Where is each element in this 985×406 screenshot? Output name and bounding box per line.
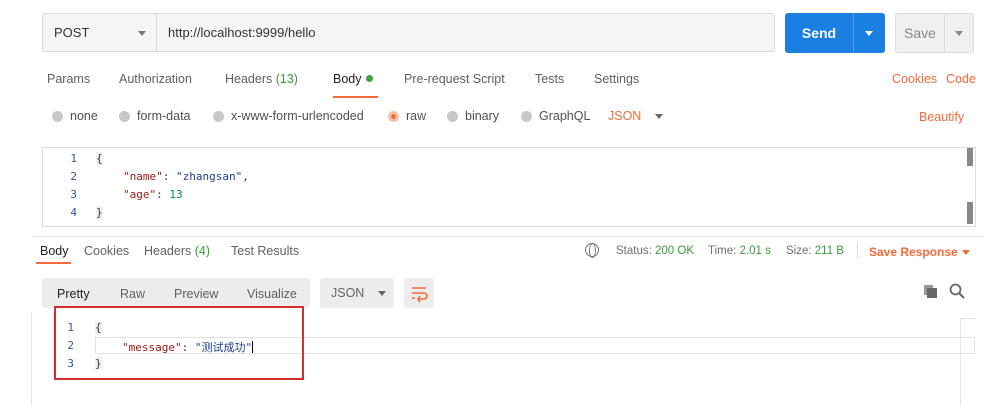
radio-graphql[interactable]: GraphQL	[521, 109, 590, 123]
save-response-chevron-icon[interactable]	[962, 250, 970, 255]
time-label: Time:	[708, 245, 737, 257]
send-label: Send	[801, 25, 837, 41]
status-readout: Status: 200 OK	[616, 245, 694, 257]
line-number: 2	[70, 170, 77, 183]
json-key: "name"	[123, 170, 163, 183]
view-preview-button[interactable]: Preview	[174, 287, 218, 301]
radio-graphql-label: GraphQL	[539, 109, 591, 123]
response-format-select[interactable]: JSON	[320, 278, 394, 308]
view-visualize-button[interactable]: Visualize	[247, 287, 297, 301]
search-icon[interactable]	[949, 283, 965, 299]
send-divider	[853, 13, 854, 53]
radio-circle-icon	[119, 110, 130, 122]
tab-prerequest-script[interactable]: Pre-request Script	[404, 72, 505, 86]
time-value: 2.01 s	[739, 245, 771, 257]
size-value: 211 B	[814, 245, 844, 257]
tab-headers[interactable]: Headers (13)	[225, 72, 298, 86]
send-options-chevron-icon[interactable]	[865, 31, 873, 36]
time-readout: Time: 2.01 s	[708, 245, 771, 257]
save-label: Save	[904, 25, 936, 41]
cookies-link[interactable]: Cookies	[892, 72, 937, 86]
radio-binary[interactable]: binary	[447, 109, 499, 123]
editor-scrollbar-handle[interactable]	[967, 202, 973, 224]
radio-raw[interactable]: raw	[388, 109, 426, 123]
line-number: 4	[70, 206, 77, 219]
annotation-highlight-box	[54, 306, 304, 380]
radio-circle-icon	[521, 110, 532, 122]
status-value: 200 OK	[655, 245, 695, 257]
radio-none-label: none	[70, 109, 98, 123]
response-scrollbar-track[interactable]	[960, 318, 961, 406]
radio-form-data[interactable]: form-data	[119, 109, 191, 123]
response-tab-cookies[interactable]: Cookies	[84, 244, 129, 258]
active-tab-underline	[333, 96, 378, 98]
chevron-down-icon	[655, 113, 664, 119]
radio-none[interactable]: none	[52, 109, 98, 123]
json-key: "age"	[123, 188, 157, 201]
active-response-tab-underline	[36, 262, 71, 264]
editor-scrollbar-thumb[interactable]	[967, 148, 973, 166]
chevron-down-icon	[138, 31, 146, 36]
body-format-select[interactable]: JSON	[608, 109, 664, 123]
method-label: POST	[54, 25, 90, 40]
json-close-brace: }	[96, 206, 103, 219]
radio-circle-icon	[447, 110, 458, 122]
globe-icon[interactable]	[585, 243, 599, 258]
scrollbar-track-top	[960, 318, 975, 319]
radio-form-data-label: form-data	[137, 109, 191, 123]
save-divider	[944, 14, 945, 52]
tab-settings[interactable]: Settings	[594, 72, 639, 86]
json-line-age: "age": 13	[123, 188, 183, 201]
response-tab-body[interactable]: Body	[40, 244, 69, 258]
response-tab-headers[interactable]: Headers (4)	[144, 244, 210, 258]
json-number-value: 13	[169, 188, 183, 201]
save-button[interactable]: Save	[895, 13, 974, 53]
code-link[interactable]: Code	[946, 72, 976, 86]
json-string-value: "zhangsan"	[176, 170, 243, 183]
json-open-brace: {	[96, 152, 103, 165]
url-input[interactable]: http://localhost:9999/hello	[157, 13, 775, 52]
tab-authorization[interactable]: Authorization	[119, 72, 192, 86]
size-label: Size:	[786, 245, 812, 257]
save-response-button[interactable]: Save Response	[869, 245, 958, 259]
beautify-link[interactable]: Beautify	[919, 110, 964, 124]
size-readout: Size: 211 B	[786, 245, 844, 257]
response-headers-count: (4)	[194, 244, 211, 258]
tab-body-label: Body	[333, 72, 362, 86]
response-headers-label: Headers	[144, 244, 192, 258]
tab-body[interactable]: Body	[333, 72, 373, 86]
tab-tests[interactable]: Tests	[535, 72, 564, 86]
status-divider	[857, 243, 858, 259]
radio-selected-icon	[388, 110, 399, 122]
send-button[interactable]: Send	[785, 13, 885, 53]
view-raw-button[interactable]: Raw	[120, 287, 145, 301]
request-body-editor[interactable]: 1 2 3 4 { "name": "zhangsan", "age": 13 …	[42, 147, 976, 227]
radio-urlencoded-label: x-www-form-urlencoded	[231, 109, 364, 123]
chevron-down-icon	[378, 290, 387, 296]
tab-headers-label: Headers	[225, 72, 273, 86]
body-format-label: JSON	[608, 109, 642, 123]
response-divider	[31, 236, 985, 237]
headers-count-badge: (13)	[275, 72, 298, 86]
radio-x-www-form-urlencoded[interactable]: x-www-form-urlencoded	[213, 109, 364, 123]
view-pretty-button[interactable]: Pretty	[57, 287, 90, 301]
radio-circle-icon	[52, 110, 63, 122]
radio-binary-label: binary	[465, 109, 500, 123]
url-text: http://localhost:9999/hello	[168, 25, 316, 40]
response-tab-test-results[interactable]: Test Results	[231, 244, 299, 258]
tab-params[interactable]: Params	[47, 72, 90, 86]
copy-icon[interactable]	[923, 284, 938, 299]
wrap-lines-icon	[412, 287, 428, 303]
response-format-label: JSON	[331, 286, 365, 300]
radio-raw-label: raw	[406, 109, 427, 123]
line-number: 3	[70, 188, 77, 201]
save-options-chevron-icon[interactable]	[955, 31, 963, 36]
radio-circle-icon	[213, 110, 224, 122]
status-label: Status:	[616, 245, 652, 257]
method-select[interactable]: POST	[42, 13, 157, 52]
line-number: 1	[70, 152, 77, 165]
json-line-name: "name": "zhangsan",	[123, 170, 249, 183]
body-indicator-dot-icon	[365, 75, 373, 82]
wrap-lines-button[interactable]	[404, 278, 434, 308]
